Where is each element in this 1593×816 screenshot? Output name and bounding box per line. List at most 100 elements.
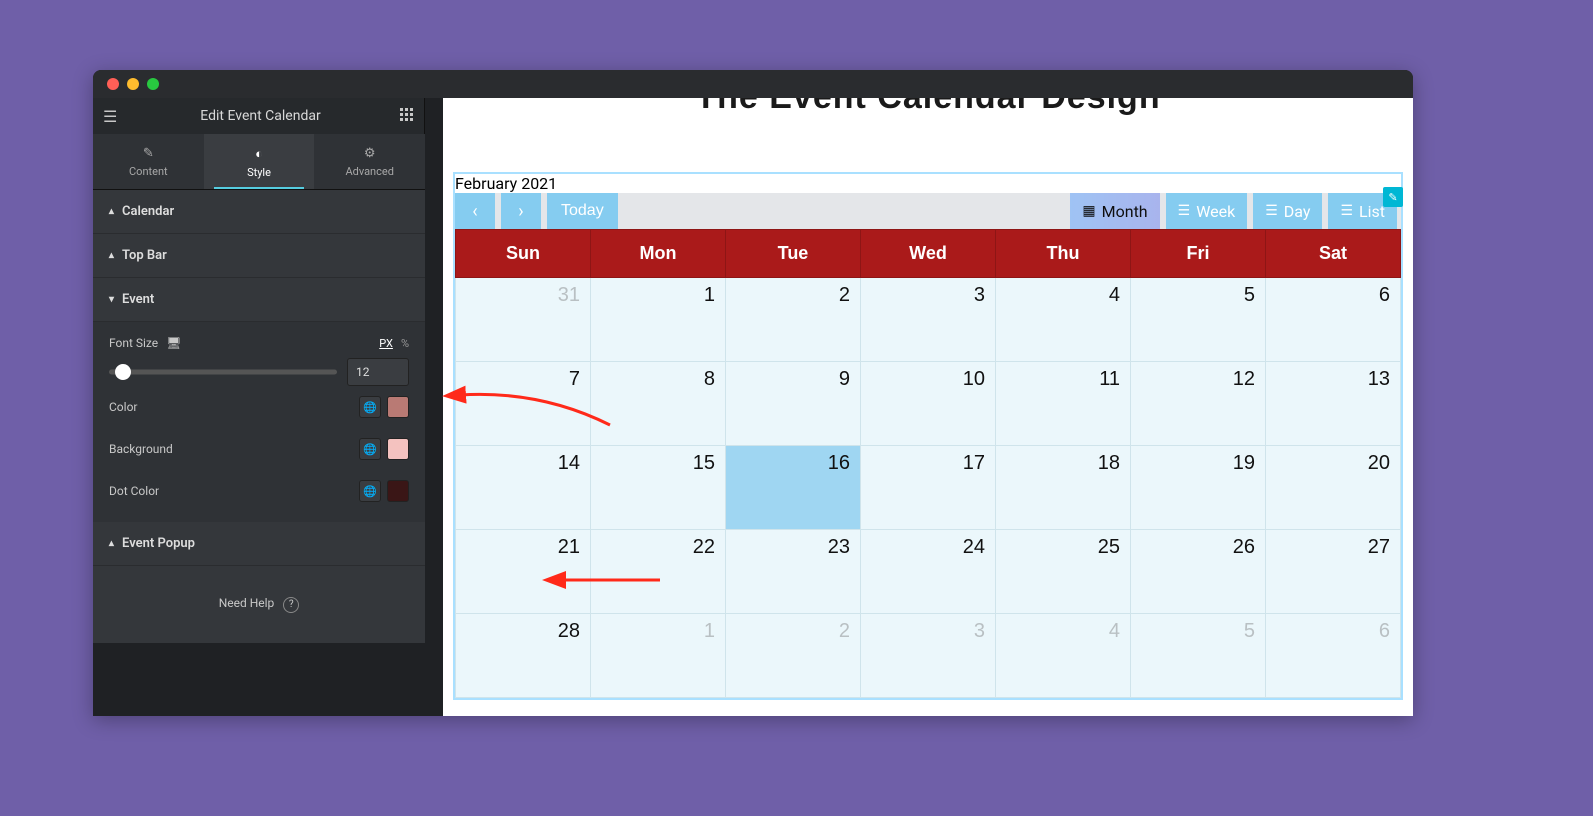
calendar-day-cell[interactable]: 2: [726, 278, 861, 362]
calendar-day-cell[interactable]: 24: [861, 530, 996, 614]
calendar-day-cell[interactable]: 3: [861, 278, 996, 362]
font-size-slider-row: [109, 358, 409, 386]
calendar-day-cell[interactable]: 20: [1266, 446, 1401, 530]
day-header: Tue: [726, 230, 861, 278]
calendar-week-row: 78910111213: [456, 362, 1401, 446]
calendar-day-cell[interactable]: 21: [456, 530, 591, 614]
unit-toggle: PX %: [379, 337, 409, 350]
close-window-icon[interactable]: [107, 78, 119, 90]
minimize-window-icon[interactable]: [127, 78, 139, 90]
view-month-label: Month: [1102, 202, 1148, 221]
calendar-grid: SunMonTueWedThuFriSat 311234567891011121…: [455, 229, 1401, 698]
calendar-day-cell[interactable]: 12: [1131, 362, 1266, 446]
contrast-icon: ◐: [204, 146, 315, 162]
section-topbar[interactable]: ▸ Top Bar: [93, 234, 425, 278]
calendar-week-row: 21222324252627: [456, 530, 1401, 614]
help-row[interactable]: Need Help ?: [93, 566, 425, 643]
section-popup-label: Event Popup: [122, 536, 195, 551]
calendar-day-cell[interactable]: 10: [861, 362, 996, 446]
next-month-button[interactable]: ›: [501, 193, 541, 229]
color-row: Color 🌐: [109, 386, 409, 428]
calendar-day-cell[interactable]: 23: [726, 530, 861, 614]
tab-content-label: Content: [129, 165, 168, 178]
caret-icon: ▸: [106, 253, 117, 258]
global-color-icon[interactable]: 🌐: [359, 480, 381, 502]
editor-sidebar: ☰ Edit Event Calendar ✎ Content ◐ Style …: [93, 98, 425, 716]
calendar-day-cell[interactable]: 16: [726, 446, 861, 530]
dotcolor-row: Dot Color 🌐: [109, 470, 409, 512]
calendar-day-cell[interactable]: 18: [996, 446, 1131, 530]
section-event[interactable]: ▾ Event: [93, 278, 425, 322]
today-button[interactable]: Today: [547, 193, 618, 229]
view-list-button[interactable]: ☰ List ✎: [1328, 193, 1397, 229]
calendar-day-cell[interactable]: 31: [456, 278, 591, 362]
calendar-day-cell[interactable]: 15: [591, 446, 726, 530]
view-day-button[interactable]: ☰ Day: [1253, 193, 1322, 229]
calendar-day-cell[interactable]: 1: [591, 614, 726, 698]
view-week-button[interactable]: ☰ Week: [1166, 193, 1248, 229]
menu-icon[interactable]: ☰: [103, 107, 121, 126]
day-header: Wed: [861, 230, 996, 278]
calendar-topbar: ‹ › Today ▦ Month ☰ Week ☰: [455, 193, 1401, 229]
calendar-day-cell[interactable]: 4: [996, 278, 1131, 362]
calendar-day-cell[interactable]: 19: [1131, 446, 1266, 530]
grid-icon: ▦: [1082, 203, 1095, 219]
background-row: Background 🌐: [109, 428, 409, 470]
tab-style[interactable]: ◐ Style: [204, 134, 315, 189]
unit-px[interactable]: PX: [379, 337, 393, 350]
tab-content[interactable]: ✎ Content: [93, 134, 204, 189]
calendar-day-cell[interactable]: 9: [726, 362, 861, 446]
global-color-icon[interactable]: 🌐: [359, 438, 381, 460]
panel-header: ☰ Edit Event Calendar: [93, 98, 425, 134]
tab-advanced-label: Advanced: [345, 165, 393, 178]
edit-section-icon[interactable]: ✎: [1383, 187, 1403, 207]
tab-advanced[interactable]: ⚙ Advanced: [314, 134, 425, 189]
section-event-body: Font Size 🖥 PX % Color 🌐: [93, 322, 425, 522]
calendar-day-cell[interactable]: 25: [996, 530, 1131, 614]
desktop-icon[interactable]: 🖥: [166, 336, 181, 350]
calendar-day-cell[interactable]: 4: [996, 614, 1131, 698]
calendar-day-cell[interactable]: 1: [591, 278, 726, 362]
caret-icon: ▸: [106, 209, 117, 214]
font-size-slider[interactable]: [109, 362, 337, 382]
caret-down-icon: ▾: [109, 294, 114, 305]
prev-month-button[interactable]: ‹: [455, 193, 495, 229]
font-size-input[interactable]: [347, 358, 409, 386]
help-label: Need Help: [219, 596, 275, 610]
calendar-month-label: February 2021: [455, 174, 1401, 193]
calendar-day-cell[interactable]: 11: [996, 362, 1131, 446]
day-header: Thu: [996, 230, 1131, 278]
calendar-day-cell[interactable]: 5: [1131, 614, 1266, 698]
calendar-day-cell[interactable]: 14: [456, 446, 591, 530]
panel-title: Edit Event Calendar: [200, 108, 320, 124]
unit-percent[interactable]: %: [401, 337, 409, 350]
calendar-day-cell[interactable]: 27: [1266, 530, 1401, 614]
color-swatch[interactable]: [387, 396, 409, 418]
calendar-day-cell[interactable]: 13: [1266, 362, 1401, 446]
calendar-day-cell[interactable]: 26: [1131, 530, 1266, 614]
background-label: Background: [109, 442, 173, 456]
background-swatch[interactable]: [387, 438, 409, 460]
style-sections: ▸ Calendar ▸ Top Bar ▾ Event Font Size 🖥…: [93, 190, 425, 643]
dotcolor-swatch[interactable]: [387, 480, 409, 502]
calendar-day-cell[interactable]: 8: [591, 362, 726, 446]
view-month-button[interactable]: ▦ Month: [1070, 193, 1159, 229]
global-color-icon[interactable]: 🌐: [359, 396, 381, 418]
calendar-day-cell[interactable]: 5: [1131, 278, 1266, 362]
page-title: The Event Calendar Design: [443, 98, 1413, 117]
maximize-window-icon[interactable]: [147, 78, 159, 90]
section-event-popup[interactable]: ▸ Event Popup: [93, 522, 425, 566]
calendar-day-cell[interactable]: 3: [861, 614, 996, 698]
calendar-day-cell[interactable]: 6: [1266, 614, 1401, 698]
section-calendar[interactable]: ▸ Calendar: [93, 190, 425, 234]
help-icon: ?: [283, 597, 299, 613]
calendar-day-cell[interactable]: 2: [726, 614, 861, 698]
calendar-week-row: 31123456: [456, 278, 1401, 362]
calendar-day-cell[interactable]: 28: [456, 614, 591, 698]
calendar-day-cell[interactable]: 22: [591, 530, 726, 614]
apps-grid-icon[interactable]: [400, 107, 414, 126]
calendar-day-cell[interactable]: 7: [456, 362, 591, 446]
calendar-day-cell[interactable]: 6: [1266, 278, 1401, 362]
font-size-label: Font Size: [109, 336, 158, 350]
calendar-day-cell[interactable]: 17: [861, 446, 996, 530]
